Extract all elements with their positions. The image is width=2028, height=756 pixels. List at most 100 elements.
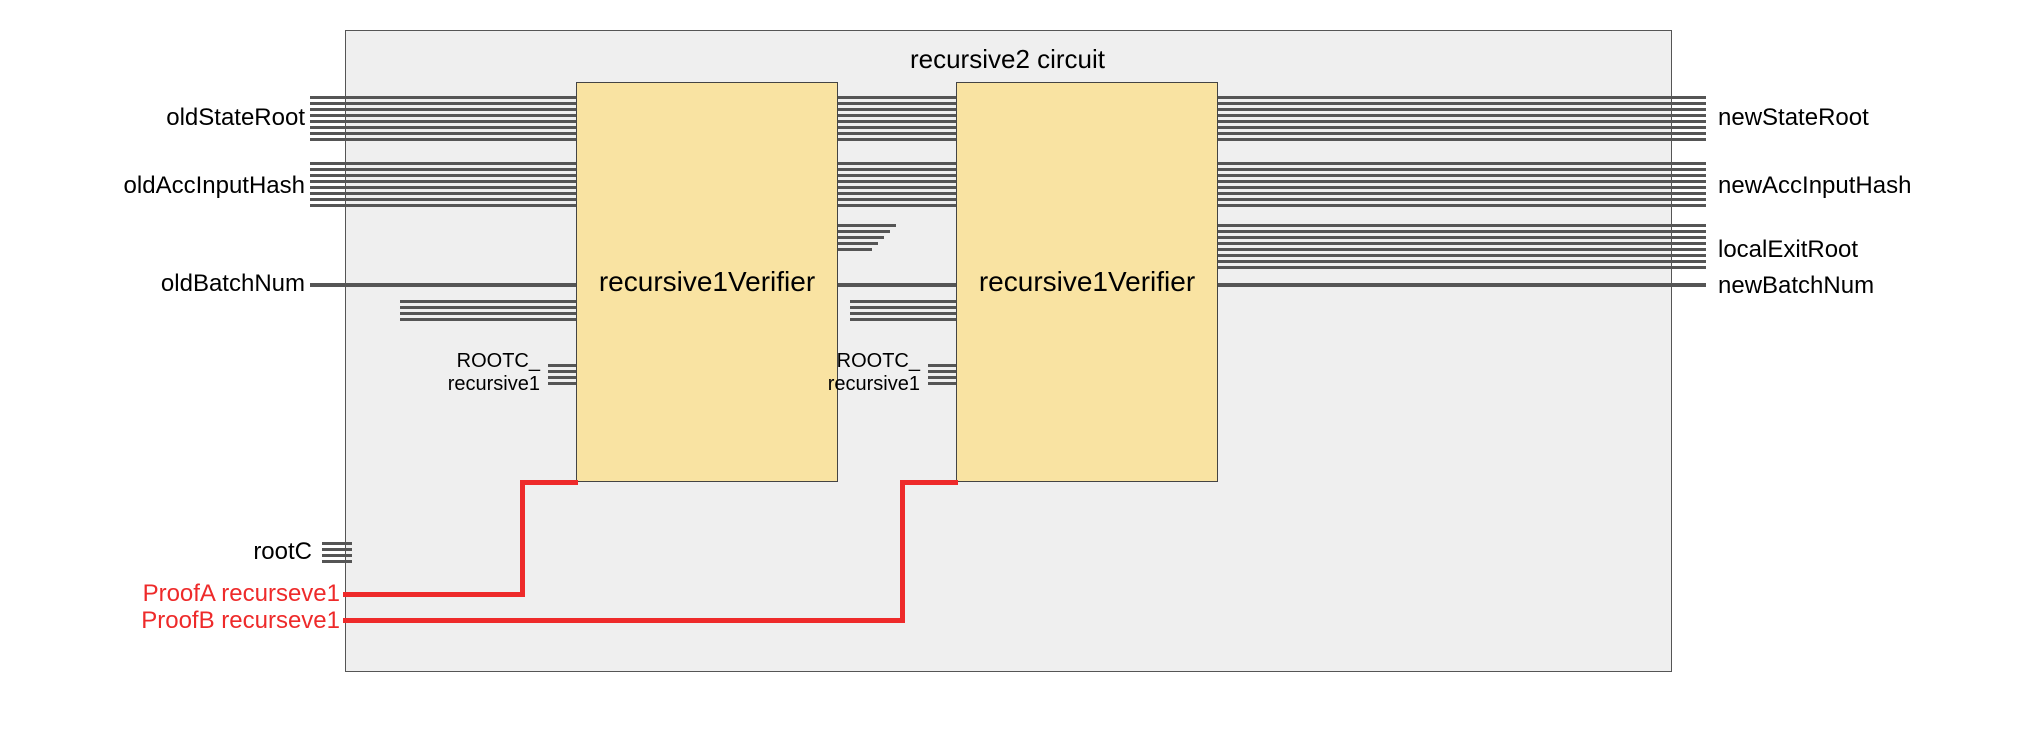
bus-newstateroot-line (1216, 108, 1706, 111)
label-oldstateroot: oldStateRoot (155, 104, 305, 132)
bus-newaccinputhash-line (1216, 174, 1706, 177)
bus-newaccinputhash-line (1216, 162, 1706, 165)
stub-rootc-right (928, 370, 956, 373)
bus-mid-stateroot (836, 126, 956, 129)
bus-newaccinputhash-line (1216, 192, 1706, 195)
stub-rootc-right (928, 376, 956, 379)
label-newbatchnum: newBatchNum (1718, 272, 1874, 300)
verifier-right-label: recursive1Verifier (979, 266, 1195, 298)
label-rootc-rec1-right: ROOTC_ recursive1 (820, 350, 920, 396)
bus-mid-accinputhash (836, 186, 956, 189)
stub-rootc-left (548, 376, 576, 379)
stub-rootc-frame (322, 554, 352, 557)
stub-bus-left (400, 312, 576, 315)
bus-localexitroot-line (1216, 260, 1706, 263)
bus-oldaccinputhash-line (310, 192, 576, 195)
wire-proofa-v (520, 480, 525, 597)
bus-mid-stateroot (836, 132, 956, 135)
bus-localexitroot-line (1216, 242, 1706, 245)
bus-mid-exitroot-stub (836, 248, 872, 251)
label-oldbatchnum: oldBatchNum (145, 270, 305, 298)
wire-proofb-h (343, 618, 905, 623)
bus-mid-accinputhash (836, 192, 956, 195)
bus-localexitroot-line (1216, 248, 1706, 251)
wire-proofb-v (900, 480, 905, 623)
bus-localexitroot-line (1216, 230, 1706, 233)
stub-rootc-frame (322, 548, 352, 551)
stub-rootc-frame (322, 560, 352, 563)
bus-newstateroot-line (1216, 120, 1706, 123)
stub-bus-left (400, 306, 576, 309)
bus-mid-accinputhash (836, 168, 956, 171)
bus-mid-accinputhash (836, 174, 956, 177)
bus-localexitroot-line (1216, 224, 1706, 227)
bus-mid-stateroot (836, 114, 956, 117)
bus-oldstateroot-line (310, 114, 576, 117)
bus-mid-accinputhash (836, 204, 956, 207)
bus-newaccinputhash-line (1216, 198, 1706, 201)
verifier-left: recursive1Verifier (576, 82, 838, 482)
wire-proofa-h (343, 592, 525, 597)
wire-newbatchnum (1216, 283, 1706, 287)
bus-newstateroot-line (1216, 138, 1706, 141)
bus-oldaccinputhash-line (310, 174, 576, 177)
bus-oldaccinputhash-line (310, 180, 576, 183)
bus-mid-stateroot (836, 108, 956, 111)
stub-rootc-left (548, 382, 576, 385)
bus-mid-exitroot-stub (836, 230, 890, 233)
stub-rootc-left (548, 370, 576, 373)
stub-rootc-right (928, 364, 956, 367)
wire-oldbatchnum (310, 283, 576, 287)
bus-mid-stateroot (836, 96, 956, 99)
bus-newaccinputhash-line (1216, 168, 1706, 171)
label-rootc-rec1-left: ROOTC_ recursive1 (440, 350, 540, 396)
bus-oldstateroot-line (310, 138, 576, 141)
bus-newstateroot-line (1216, 102, 1706, 105)
bus-mid-accinputhash (836, 198, 956, 201)
stub-bus-right (850, 312, 956, 315)
stub-bus-right (850, 300, 956, 303)
stub-rootc-left (548, 364, 576, 367)
stub-bus-left (400, 318, 576, 321)
bus-oldaccinputhash-line (310, 168, 576, 171)
bus-localexitroot-line (1216, 254, 1706, 257)
bus-mid-accinputhash (836, 162, 956, 165)
bus-mid-exitroot-stub (836, 242, 878, 245)
bus-newstateroot-line (1216, 96, 1706, 99)
circuit-title: recursive2 circuit (345, 44, 1670, 75)
bus-newstateroot-line (1216, 126, 1706, 129)
label-rootc: rootC (240, 538, 312, 566)
bus-oldaccinputhash-line (310, 198, 576, 201)
bus-oldstateroot-line (310, 120, 576, 123)
stub-bus-right (850, 306, 956, 309)
bus-mid-stateroot (836, 138, 956, 141)
wire-proofa-h2 (520, 480, 578, 485)
stub-rootc-right (928, 382, 956, 385)
bus-oldstateroot-line (310, 108, 576, 111)
wire-mid-batchnum (836, 283, 956, 287)
bus-mid-accinputhash (836, 180, 956, 183)
label-newaccinputhash: newAccInputHash (1718, 172, 1911, 200)
bus-mid-exitroot-stub (836, 236, 884, 239)
bus-newaccinputhash-line (1216, 180, 1706, 183)
label-localexitroot: localExitRoot (1718, 236, 1858, 264)
bus-newstateroot-line (1216, 114, 1706, 117)
bus-newaccinputhash-line (1216, 186, 1706, 189)
diagram-canvas: { "title": "recursive2 circuit", "verifi… (0, 0, 2028, 756)
stub-rootc-frame (322, 542, 352, 545)
label-proofa: ProofA recurseve1 (130, 580, 340, 608)
bus-oldaccinputhash-line (310, 162, 576, 165)
bus-oldaccinputhash-line (310, 204, 576, 207)
bus-newaccinputhash-line (1216, 204, 1706, 207)
bus-newstateroot-line (1216, 132, 1706, 135)
bus-oldstateroot-line (310, 102, 576, 105)
bus-mid-stateroot (836, 120, 956, 123)
bus-mid-exitroot-stub (836, 224, 896, 227)
bus-oldaccinputhash-line (310, 186, 576, 189)
stub-bus-left (400, 300, 576, 303)
bus-localexitroot-line (1216, 266, 1706, 269)
label-oldaccinputhash: oldAccInputHash (110, 172, 305, 200)
stub-bus-right (850, 318, 956, 321)
label-proofb: ProofB recurseve1 (130, 607, 340, 635)
bus-oldstateroot-line (310, 132, 576, 135)
